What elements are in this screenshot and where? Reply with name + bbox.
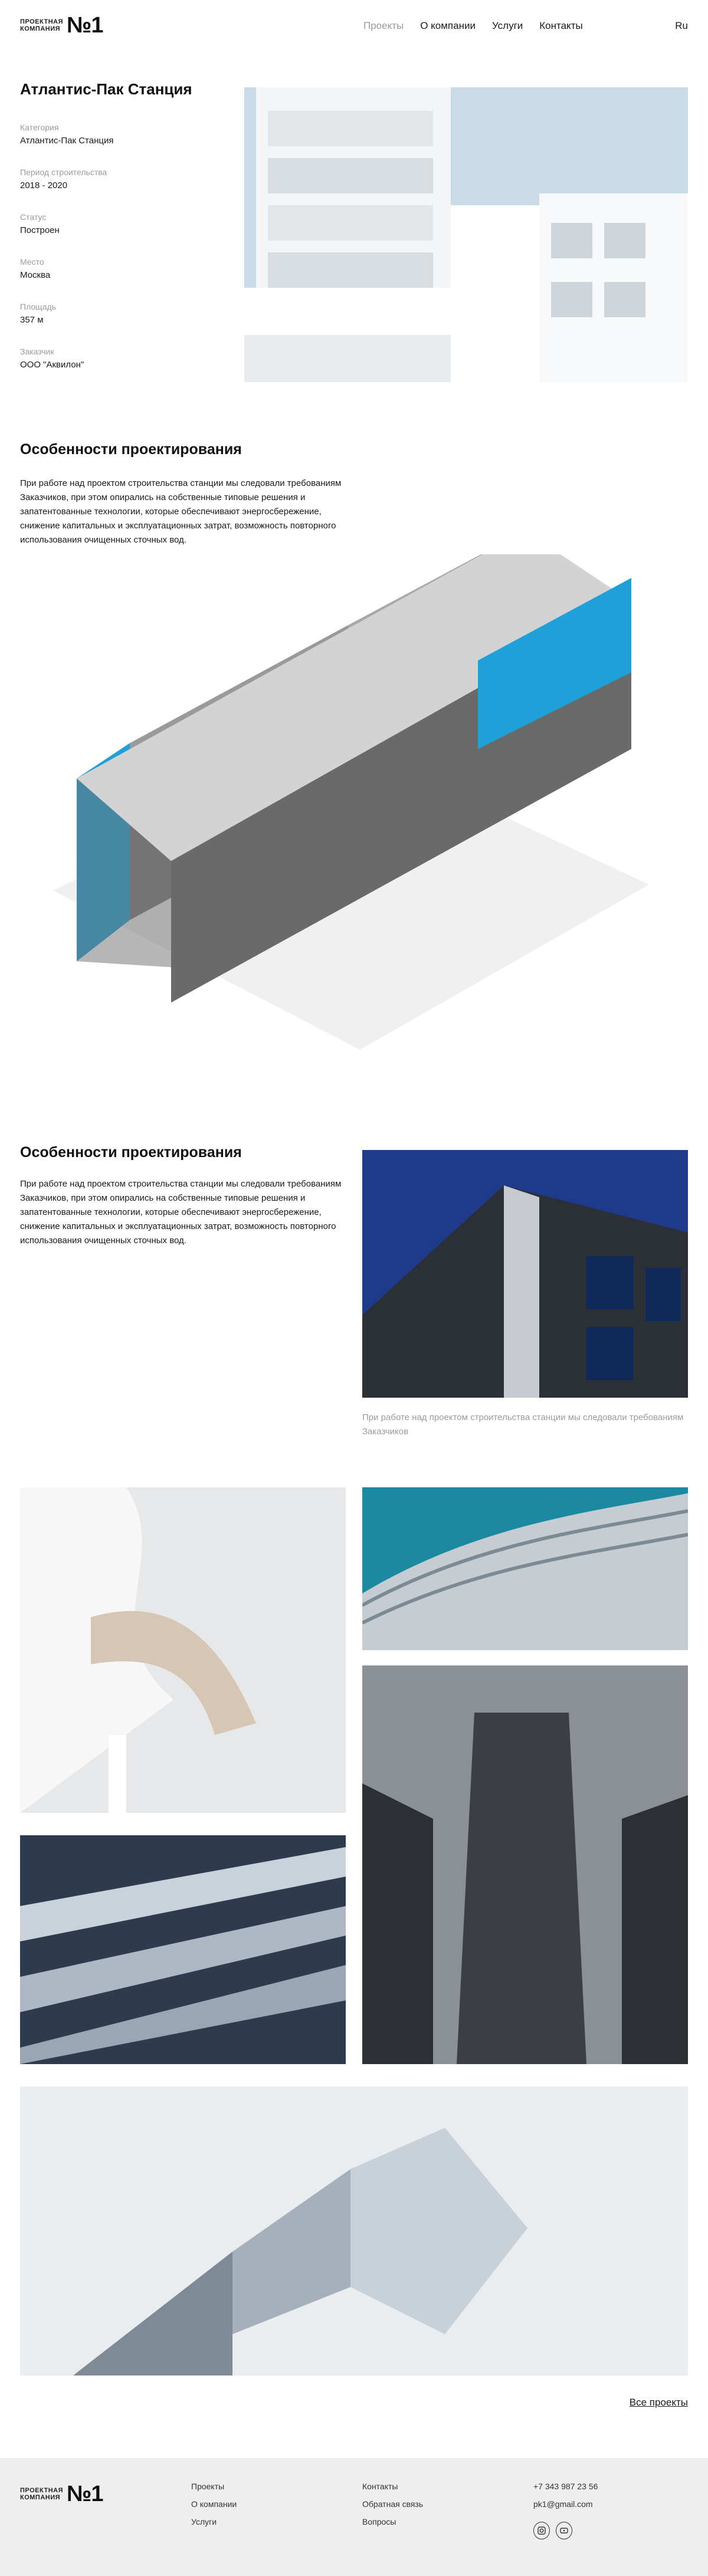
- nav-item-projects[interactable]: Проекты: [363, 20, 404, 32]
- meta-category: Категория Атлантис-Пак Станция: [20, 123, 114, 146]
- dark-facade-image: [362, 1150, 688, 1398]
- curved-white-building-image: [20, 1487, 346, 1813]
- isometric-floorplan-image: [53, 554, 649, 1056]
- site-header: Проектная компания №1 Проекты О компании…: [0, 0, 708, 53]
- project-title: Атлантис-Пак Станция: [20, 80, 192, 98]
- logo[interactable]: Проектная компания №1: [20, 14, 103, 37]
- wave-facade-image: [362, 1487, 688, 1650]
- footer-link-projects[interactable]: Проекты: [191, 2482, 237, 2499]
- image-caption: При работе над проектом строительства ст…: [362, 1412, 684, 1437]
- section2-title: Особенности проектирования: [20, 1144, 242, 1161]
- footer-link-about[interactable]: О компании: [191, 2499, 237, 2517]
- section1-text: При работе над проектом строительства ст…: [20, 478, 342, 545]
- footer-link-services[interactable]: Услуги: [191, 2517, 237, 2535]
- footer-contacts: +7 343 987 23 56 pk1@gmail.com: [533, 2482, 598, 2539]
- meta-location: Место Москва: [20, 257, 51, 280]
- footer-phone[interactable]: +7 343 987 23 56: [533, 2482, 598, 2499]
- footer-logo-text: Проектная компания: [20, 2487, 63, 2501]
- section2-text: При работе над проектом строительства ст…: [20, 1179, 342, 1246]
- site-footer: Проектная компания №1 Проекты О компании…: [0, 2458, 708, 2576]
- meta-client: Заказчик ООО "Аквилон": [20, 347, 84, 370]
- footer-logo[interactable]: Проектная компания №1: [20, 2483, 103, 2505]
- logo-text: Проектная компания: [20, 18, 63, 32]
- logo-number: №1: [67, 13, 103, 38]
- footer-nav-col2: Контакты Обратная связь Вопросы: [362, 2482, 423, 2535]
- meta-status: Статус Построен: [20, 212, 60, 235]
- footer-logo-number: №1: [67, 2482, 103, 2506]
- footer-email[interactable]: pk1@gmail.com: [533, 2499, 598, 2517]
- meta-area: Площадь 357 м: [20, 302, 56, 325]
- meta-period: Период строительства 2018 - 2020: [20, 167, 107, 190]
- glass-tower-image: [362, 1665, 688, 2064]
- footer-link-questions[interactable]: Вопросы: [362, 2517, 423, 2535]
- footer-link-feedback[interactable]: Обратная связь: [362, 2499, 423, 2517]
- striped-facade-image: [20, 1835, 346, 2064]
- footer-link-contacts[interactable]: Контакты: [362, 2482, 423, 2499]
- main-nav: Проекты О компании Услуги Контакты: [363, 20, 583, 32]
- nav-item-about[interactable]: О компании: [420, 20, 476, 32]
- angular-building-image: [20, 2087, 688, 2375]
- social-links: [533, 2522, 598, 2539]
- nav-item-contacts[interactable]: Контакты: [539, 20, 582, 32]
- nav-item-services[interactable]: Услуги: [492, 20, 523, 32]
- section1-title: Особенности проектирования: [20, 441, 242, 458]
- language-switch[interactable]: Ru: [675, 20, 688, 32]
- instagram-icon[interactable]: [533, 2522, 550, 2539]
- youtube-icon[interactable]: [556, 2522, 572, 2539]
- project-meta: Категория Атлантис-Пак Станция Период ст…: [20, 123, 221, 392]
- hero-building-image: [244, 87, 688, 382]
- footer-nav-col1: Проекты О компании Услуги: [191, 2482, 237, 2535]
- all-projects-link[interactable]: Все проекты: [630, 2397, 688, 2409]
